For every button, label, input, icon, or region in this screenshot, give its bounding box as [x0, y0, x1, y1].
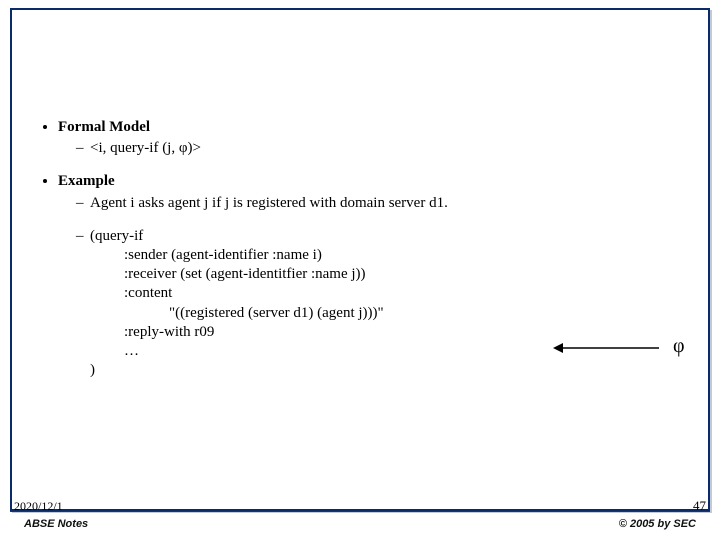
formal-model-item: <i, query-if (j, φ)> [76, 139, 696, 158]
formal-model-sublist: <i, query-if (j, φ)> [58, 139, 696, 158]
phi-symbol: φ [673, 334, 685, 360]
code-close: ) [90, 362, 95, 378]
code-open: (query-if [90, 228, 143, 244]
slide: Formal Model <i, query-if (j, φ)> Exampl… [0, 0, 720, 540]
code-line: :receiver (set (agent-identitfier :name … [124, 265, 696, 284]
example-sublist: Agent i asks agent j if j is registered … [58, 194, 696, 213]
slide-content: Formal Model <i, query-if (j, φ)> Exampl… [36, 118, 696, 394]
phi-annotation: φ [551, 338, 701, 358]
code-line: :content [124, 284, 696, 303]
footer-left: ABSE Notes [24, 518, 88, 530]
footer-right: © 2005 by SEC [619, 518, 696, 530]
code-line: :sender (agent-identifier :name i) [124, 246, 696, 265]
footer-bar: ABSE Notes © 2005 by SEC [10, 511, 710, 534]
section-formal-model: Formal Model <i, query-if (j, φ)> [58, 118, 696, 158]
arrow-left-icon [551, 338, 661, 358]
heading-formal-model: Formal Model [58, 119, 150, 135]
heading-example: Example [58, 173, 115, 189]
example-description: Agent i asks agent j if j is registered … [76, 194, 696, 213]
code-line: "((registered (server d1) (agent j)))" [124, 304, 696, 323]
